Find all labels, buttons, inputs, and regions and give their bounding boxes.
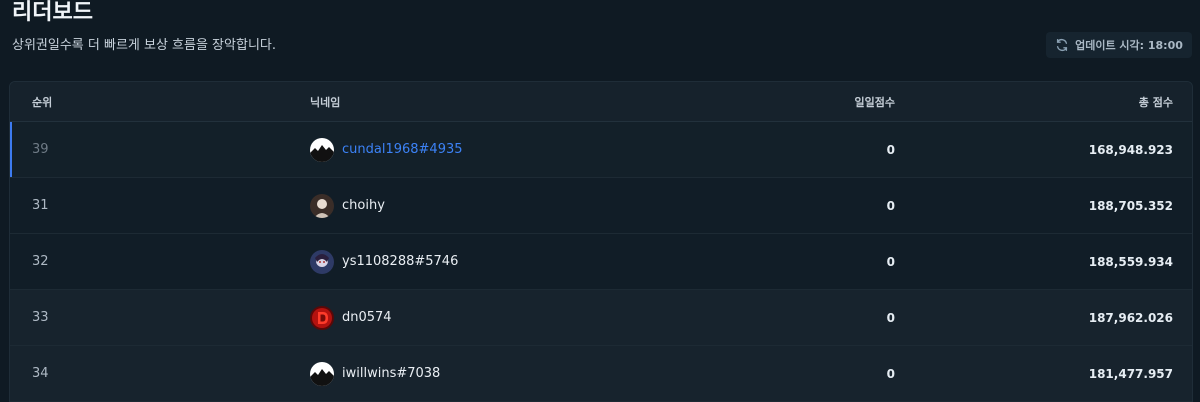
nickname-text[interactable]: iwillwins#7038 [342,366,440,381]
table-row[interactable]: 33 dn0574 0 187,962.026 [10,290,1192,346]
daily-score-cell: 0 [886,142,895,157]
daily-score-cell: 0 [886,310,895,325]
table-row[interactable]: 31 choihy 0 188,705.352 [10,178,1192,234]
nickname-cell: ys1108288#5746 [310,249,790,274]
page-subtitle: 상위권일수록 더 빠르게 보상 흐름을 장악합니다. [12,38,276,53]
update-time-badge[interactable]: 업데이트 시각: 18:00 [1046,32,1192,58]
daily-score-cell: 0 [886,366,895,381]
nickname-cell: iwillwins#7038 [310,361,790,386]
nickname-text[interactable]: cundal1968#4935 [342,142,463,157]
nickname-text[interactable]: ys1108288#5746 [342,254,458,269]
total-score-cell: 188,559.934 [1088,254,1173,269]
daily-score-cell: 0 [886,254,895,269]
header-rank: 순위 [32,95,53,109]
header-daily-score: 일일점수 [854,95,895,109]
character-avatar [310,249,334,274]
table-header: 순위 닉네임 일일점수 총 점수 [10,82,1192,122]
total-score-cell: 168,948.923 [1088,142,1173,157]
table-row[interactable]: 34 iwillwins#7038 0 181,477.957 [10,346,1192,402]
rank-cell: 34 [32,366,49,381]
table-row[interactable]: 32 ys1108288#5746 0 188,559.934 [10,234,1192,290]
nickname-text[interactable]: choihy [342,198,385,213]
total-score-cell: 181,477.957 [1088,366,1173,381]
daily-score-cell: 0 [886,198,895,213]
refresh-icon [1057,38,1068,52]
total-score-cell: 188,705.352 [1088,198,1173,213]
update-time-label: 업데이트 시각: 18:00 [1075,39,1183,52]
table-row-current-user[interactable]: 39 cundal1968#4935 0 168,948.923 [10,122,1192,178]
nickname-text[interactable]: dn0574 [342,310,392,325]
header-nickname: 닉네임 [310,95,341,109]
mountain-avatar [310,137,334,162]
rank-cell: 33 [32,310,49,325]
rank-cell: 32 [32,254,49,269]
nickname-cell: dn0574 [310,305,790,330]
total-score-cell: 187,962.026 [1088,310,1173,325]
header-total-score: 총 점수 [1138,95,1173,109]
person-avatar [310,193,334,218]
rank-cell: 31 [32,198,49,213]
red-logo-avatar [310,305,334,330]
rank-cell: 39 [32,142,49,157]
page-title: 리더보드 [12,0,93,25]
nickname-cell: cundal1968#4935 [310,137,790,162]
leaderboard-table: 순위 닉네임 일일점수 총 점수 39 cundal1968#4935 0 16… [9,81,1193,402]
mountain-avatar [310,361,334,386]
nickname-cell: choihy [310,193,790,218]
